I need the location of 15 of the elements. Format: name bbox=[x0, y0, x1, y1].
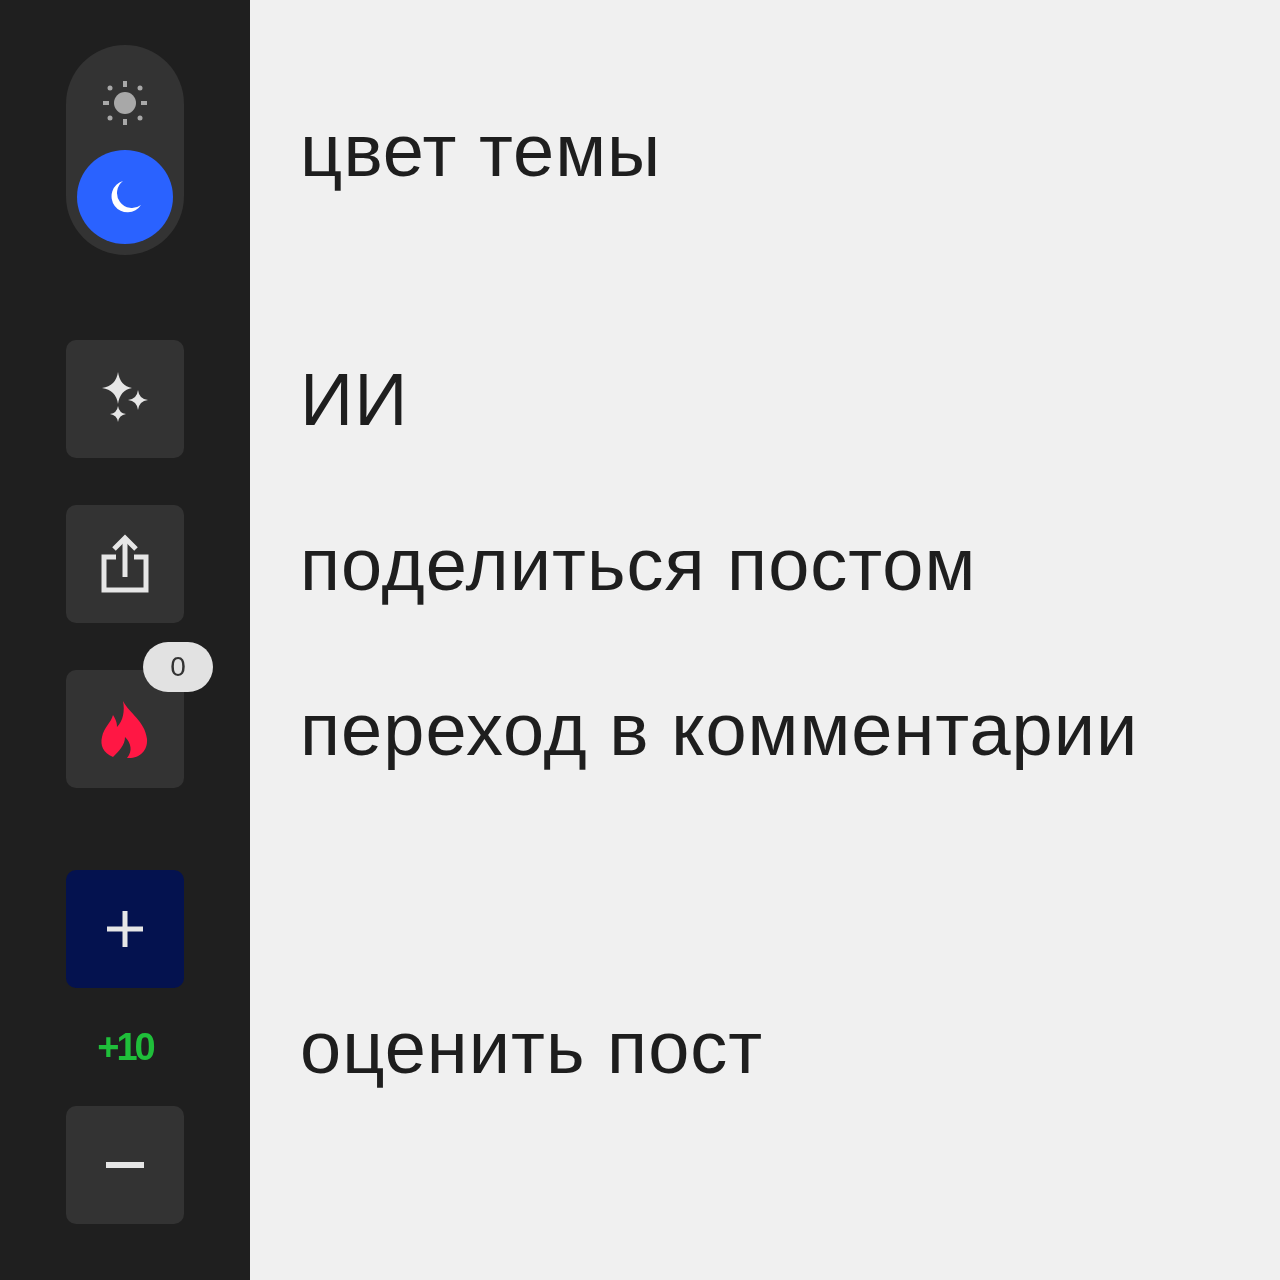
score-text: +10 bbox=[97, 1025, 153, 1069]
count-badge: 0 bbox=[143, 642, 213, 692]
label-text: оценить пост bbox=[300, 1004, 764, 1090]
minus-icon bbox=[106, 1162, 144, 1168]
label-text: переход в комментарии bbox=[300, 686, 1139, 772]
label-text: поделиться постом bbox=[300, 521, 977, 607]
label-text: цвет темы bbox=[300, 107, 662, 193]
plus-icon bbox=[106, 910, 144, 948]
ai-button[interactable] bbox=[66, 340, 184, 458]
share-button[interactable] bbox=[66, 505, 184, 623]
upvote-button[interactable] bbox=[66, 870, 184, 988]
share-icon bbox=[99, 533, 151, 595]
moon-option[interactable] bbox=[77, 150, 173, 244]
sun-icon bbox=[101, 79, 149, 127]
label-text: ИИ bbox=[300, 356, 409, 442]
